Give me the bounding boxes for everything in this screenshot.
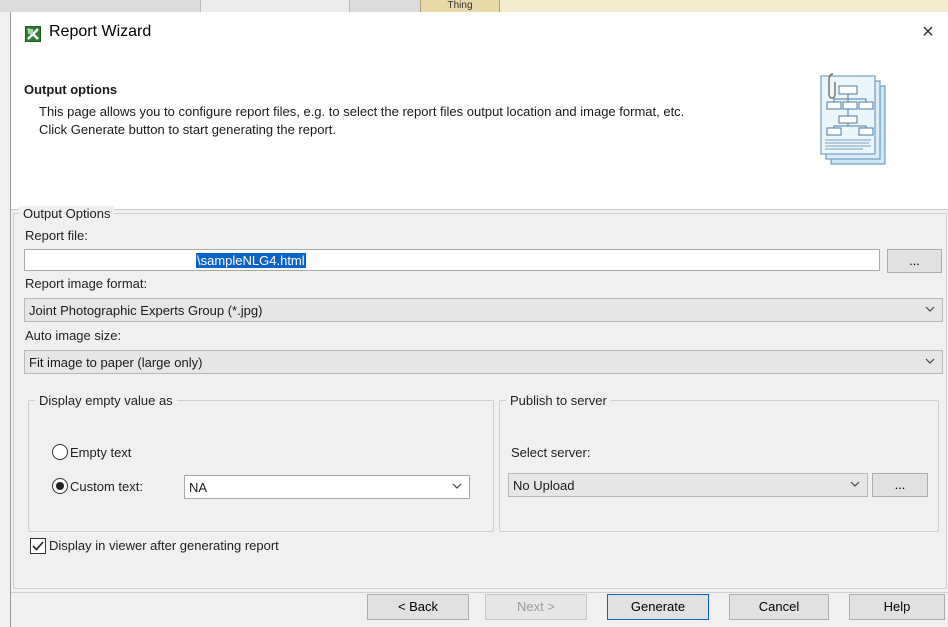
wizard-header: Output options This page allows you to c…	[11, 54, 948, 210]
generate-button[interactable]: Generate	[607, 594, 709, 620]
close-button[interactable]: ×	[916, 20, 940, 44]
custom-text-label: Custom text:	[70, 479, 143, 494]
image-format-label: Report image format:	[25, 276, 148, 291]
select-server-label: Select server:	[511, 445, 591, 460]
next-button[interactable]: Next >	[485, 594, 587, 620]
page-description-line1: This page allows you to configure report…	[39, 104, 685, 119]
help-button[interactable]: Help	[849, 594, 945, 620]
report-file-label: Report file:	[25, 228, 88, 243]
custom-text-select[interactable]: NA	[184, 475, 470, 499]
dialog-title: Report Wizard	[49, 23, 152, 40]
chevron-down-icon	[849, 476, 861, 495]
display-empty-value-group-label: Display empty value as	[35, 393, 177, 408]
output-options-group-label: Output Options	[19, 206, 115, 221]
auto-image-size-select[interactable]: Fit image to paper (large only)	[24, 350, 943, 374]
title-bar: Report Wizard ×	[11, 12, 948, 54]
ellipsis-icon: ...	[894, 477, 906, 492]
background-tab: Thing	[420, 0, 500, 12]
image-format-select[interactable]: Joint Photographic Experts Group (*.jpg)	[24, 298, 943, 322]
server-value: No Upload	[513, 478, 575, 493]
display-in-viewer-checkbox[interactable]	[30, 538, 46, 554]
checkmark-icon	[32, 541, 44, 551]
chevron-down-icon	[451, 478, 463, 497]
background-panel	[200, 0, 350, 12]
report-document-icon	[819, 72, 889, 165]
server-select[interactable]: No Upload	[508, 473, 868, 497]
auto-image-size-value: Fit image to paper (large only)	[29, 355, 203, 370]
page-description-line2: Click Generate button to start generatin…	[39, 122, 337, 137]
server-browse-button[interactable]: ...	[872, 473, 928, 497]
ellipsis-icon: ...	[909, 253, 920, 268]
publish-to-server-group	[499, 400, 939, 532]
display-empty-value-group	[28, 400, 494, 532]
cancel-button[interactable]: Cancel	[729, 594, 829, 620]
report-file-value: \sampleNLG4.html	[196, 253, 306, 268]
chevron-down-icon	[924, 301, 936, 320]
custom-text-radio[interactable]	[52, 478, 68, 494]
page-title: Output options	[24, 82, 118, 97]
report-file-browse-button[interactable]: ...	[887, 249, 942, 273]
report-wizard-dialog: Report Wizard × Output options This page…	[10, 12, 948, 627]
app-icon	[25, 26, 41, 42]
custom-text-value: NA	[189, 480, 208, 495]
display-in-viewer-label: Display in viewer after generating repor…	[49, 538, 279, 553]
image-format-value: Joint Photographic Experts Group (*.jpg)	[29, 303, 263, 318]
back-button[interactable]: < Back	[367, 594, 469, 620]
report-file-input[interactable]: \sampleNLG4.html	[24, 249, 880, 271]
empty-text-label: Empty text	[70, 445, 132, 460]
close-icon: ×	[922, 21, 934, 43]
background-panel-yellow	[500, 0, 948, 12]
auto-image-size-label: Auto image size:	[25, 328, 122, 343]
chevron-down-icon	[924, 353, 936, 372]
empty-text-radio[interactable]	[52, 444, 68, 460]
publish-to-server-group-label: Publish to server	[506, 393, 611, 408]
